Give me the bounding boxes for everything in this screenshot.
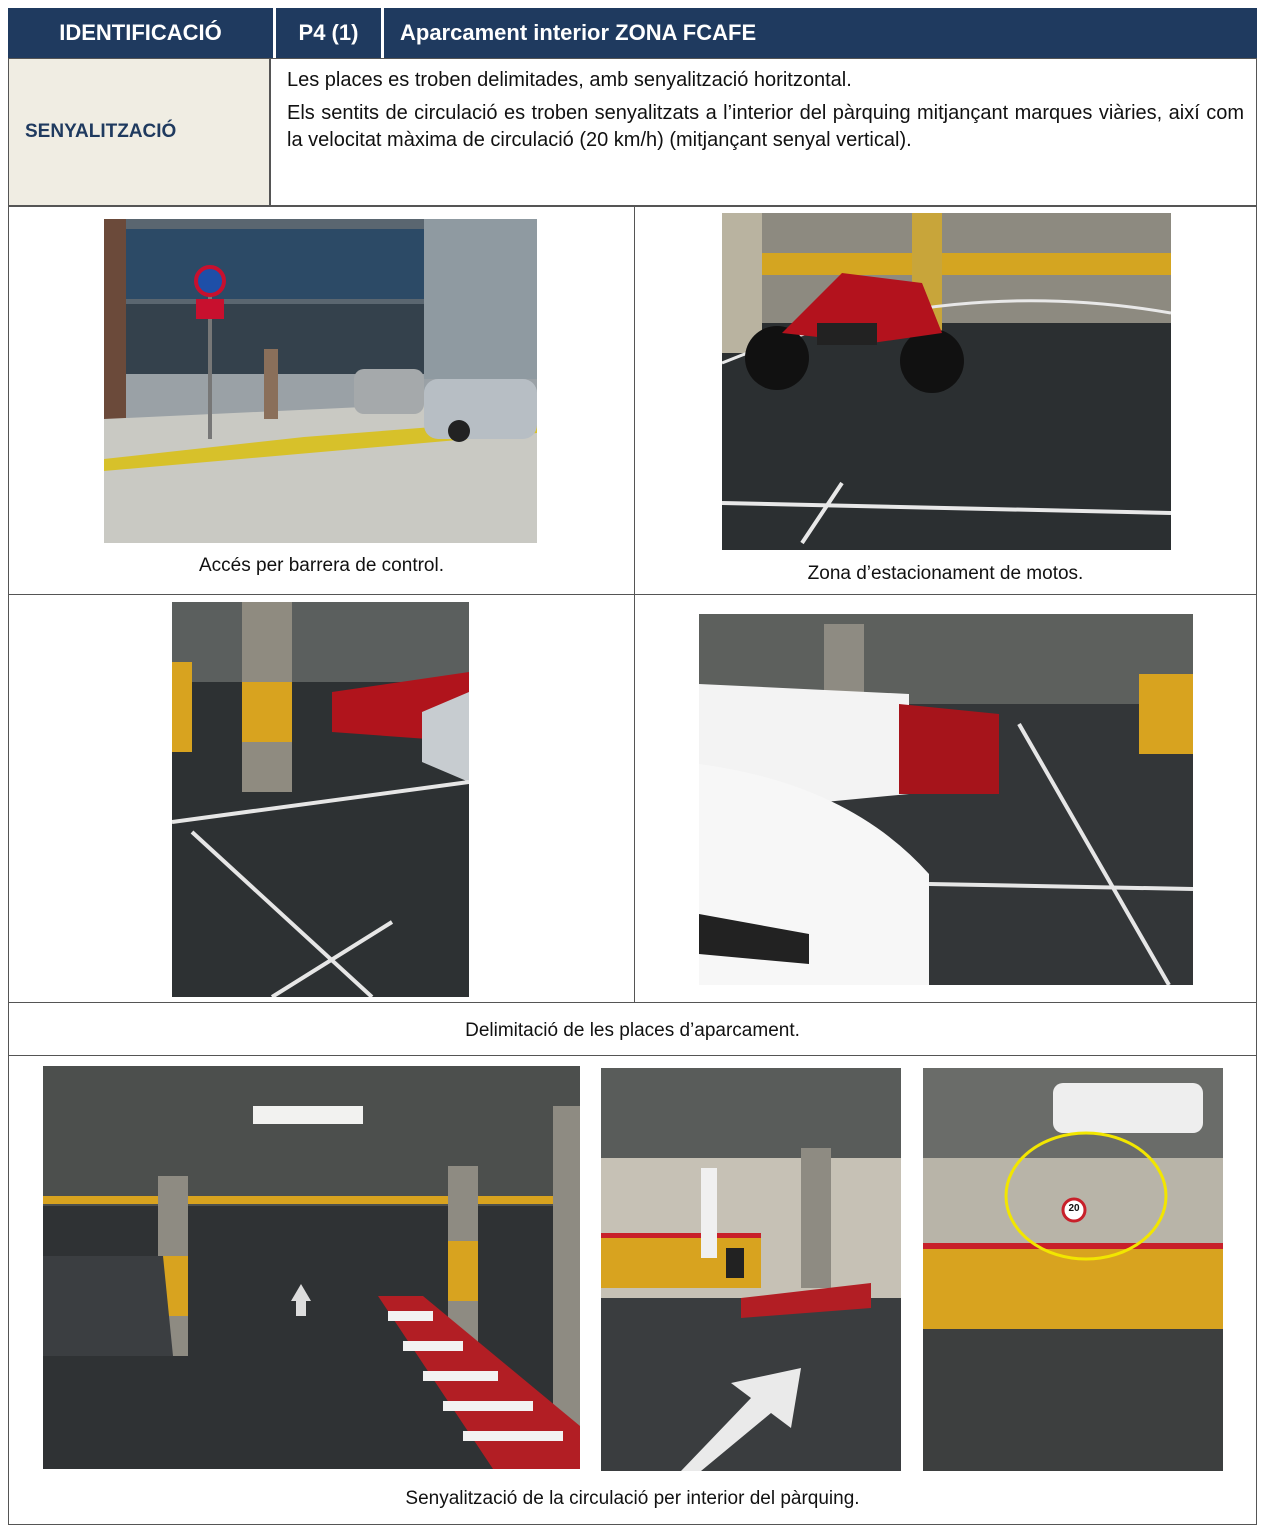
places-caption: Delimitació de les places d’aparcament. (465, 1020, 800, 1041)
circulacio-photo-1 (43, 1066, 580, 1469)
code-header: P4 (1) (276, 8, 381, 58)
senyalitzacio-paragraph-1: Les places es troben delimitades, amb se… (287, 69, 852, 91)
access-photo (104, 219, 537, 543)
title-header: Aparcament interior ZONA FCAFE (384, 8, 1257, 58)
motos-caption: Zona d’estacionament de motos. (807, 563, 1084, 584)
circulacio-photo-2 (601, 1068, 901, 1471)
identificacio-header: IDENTIFICACIÓ (8, 8, 273, 58)
circulacio-caption: Senyalització de la circulació per inter… (405, 1488, 860, 1509)
speed-limit-sign: 20 (1068, 1203, 1080, 1214)
motos-photo (722, 213, 1171, 550)
senyalitzacio-text: Les places es troben delimitades, amb se… (270, 58, 1257, 206)
access-caption: Accés per barrera de control. (198, 555, 444, 576)
circulacio-photo-3: 20 (923, 1068, 1223, 1471)
places-photo-2 (699, 614, 1193, 985)
senyalitzacio-paragraph-2: Els sentits de circulació es troben seny… (287, 102, 1244, 151)
senyalitzacio-label: SENYALITZACIÓ (8, 58, 270, 206)
places-photo-1 (172, 602, 469, 997)
